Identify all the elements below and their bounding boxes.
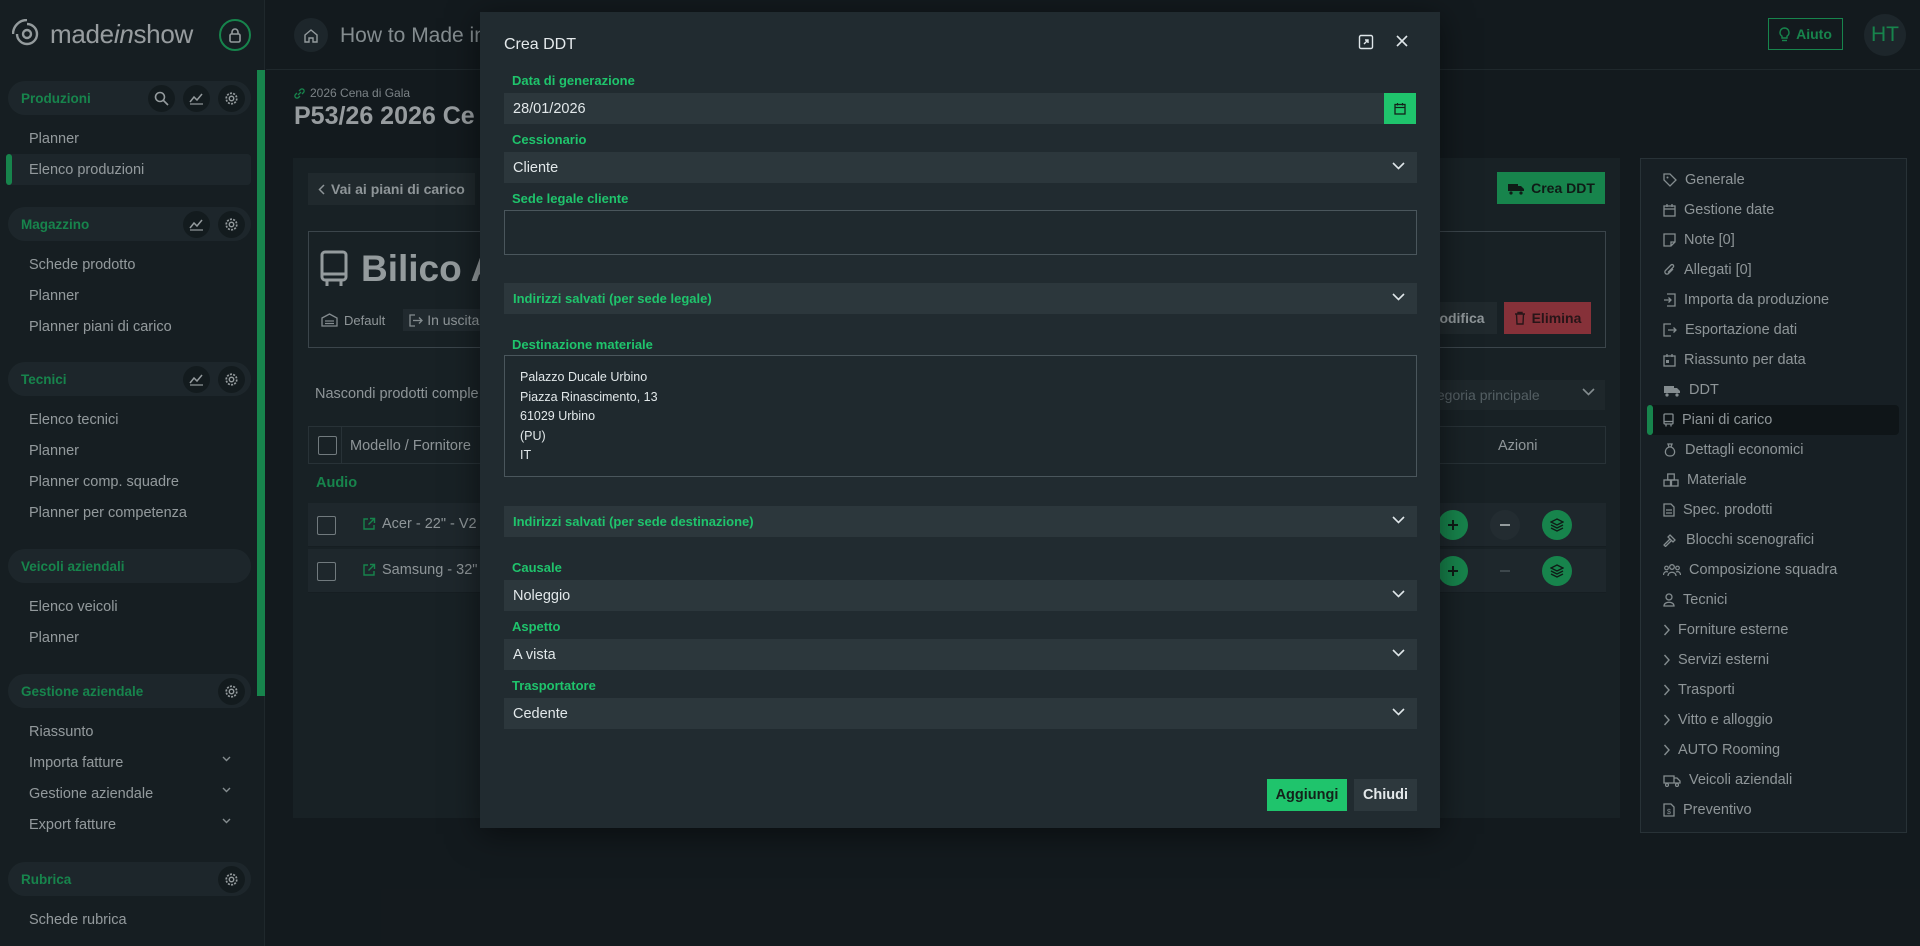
aspetto-label: Aspetto — [512, 619, 561, 634]
trasportatore-select[interactable]: Cedente — [504, 698, 1417, 729]
aspetto-select[interactable]: A vista — [504, 639, 1417, 670]
cessionario-select[interactable]: Cliente — [504, 152, 1417, 183]
date-label: Data di generazione — [512, 73, 635, 88]
chevron-down-icon — [1392, 649, 1405, 657]
sede-legale-label: Sede legale cliente — [512, 191, 629, 206]
create-ddt-modal: Crea DDT Data di generazione 28/01/2026 … — [480, 12, 1440, 828]
chevron-down-icon — [1392, 590, 1405, 598]
causale-label: Causale — [512, 560, 562, 575]
calendar-icon — [1394, 103, 1406, 115]
expand-icon[interactable] — [1358, 34, 1374, 50]
date-input[interactable]: 28/01/2026 — [504, 93, 1384, 124]
cessionario-label: Cessionario — [512, 132, 587, 147]
calendar-button[interactable] — [1384, 93, 1416, 124]
trasportatore-label: Trasportatore — [512, 678, 596, 693]
causale-select[interactable]: Noleggio — [504, 580, 1417, 611]
modal-title: Crea DDT — [504, 36, 577, 53]
add-button[interactable]: Aggiungi — [1267, 779, 1347, 811]
chevron-down-icon — [1392, 293, 1405, 301]
destinazione-label: Destinazione materiale — [512, 337, 653, 352]
chevron-down-icon — [1392, 708, 1405, 716]
chevron-down-icon — [1392, 516, 1405, 524]
chevron-down-icon — [1392, 162, 1405, 170]
close-icon[interactable] — [1394, 33, 1410, 49]
destinazione-textarea[interactable]: Palazzo Ducale Urbino Piazza Rinasciment… — [504, 355, 1417, 477]
saved-addresses-legal-toggle[interactable]: Indirizzi salvati (per sede legale) — [504, 283, 1417, 314]
sede-legale-textarea[interactable] — [504, 210, 1417, 255]
close-button[interactable]: Chiudi — [1354, 779, 1417, 811]
saved-addresses-destination-toggle[interactable]: Indirizzi salvati (per sede destinazione… — [504, 506, 1417, 537]
